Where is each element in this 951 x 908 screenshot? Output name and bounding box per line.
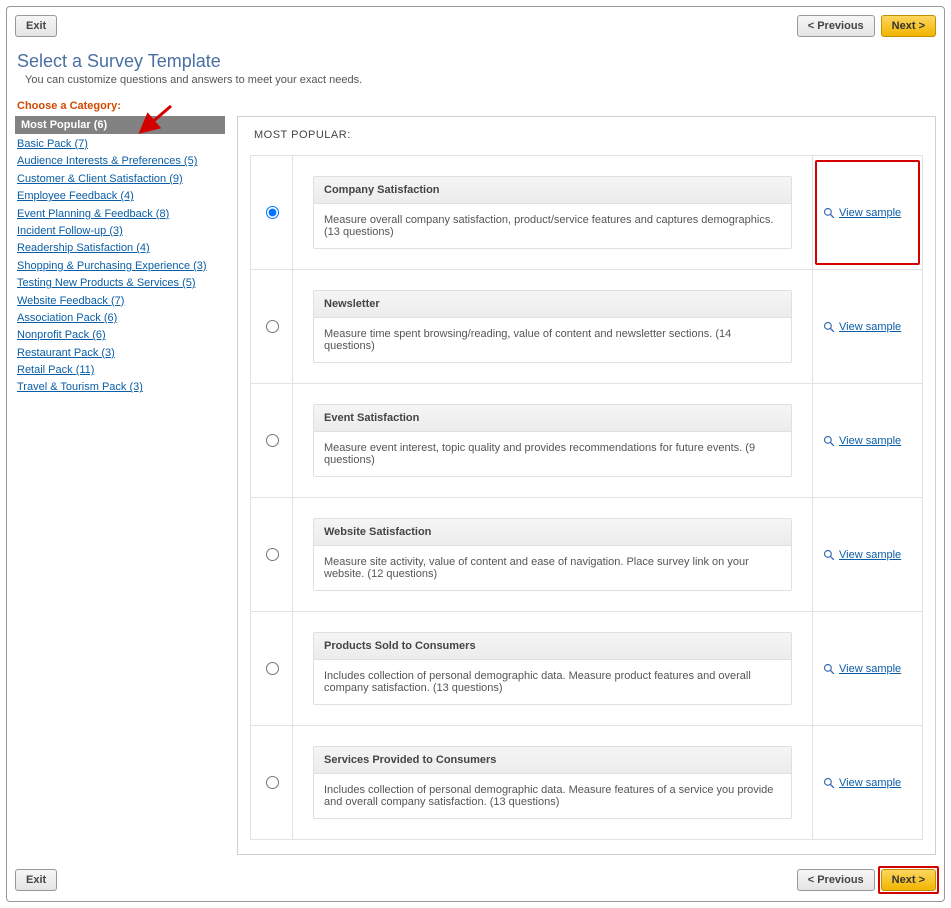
select-template-radio[interactable] bbox=[266, 434, 279, 447]
exit-button[interactable]: Exit bbox=[15, 15, 57, 37]
sidebar-item[interactable]: Association Pack (6) bbox=[17, 312, 117, 324]
template-description: Measure site activity, value of content … bbox=[314, 546, 791, 590]
previous-button[interactable]: < Previous bbox=[797, 15, 875, 37]
sidebar-item[interactable]: Shopping & Purchasing Experience (3) bbox=[17, 260, 207, 272]
sidebar-item[interactable]: Travel & Tourism Pack (3) bbox=[17, 381, 143, 393]
template-description: Measure time spent browsing/reading, val… bbox=[314, 318, 791, 362]
table-row: Event SatisfactionMeasure event interest… bbox=[251, 384, 923, 498]
template-card: Company SatisfactionMeasure overall comp… bbox=[313, 176, 792, 249]
select-template-radio[interactable] bbox=[266, 320, 279, 333]
template-description: Includes collection of personal demograp… bbox=[314, 774, 791, 818]
template-description: Measure event interest, topic quality an… bbox=[314, 432, 791, 476]
exit-button[interactable]: Exit bbox=[15, 869, 57, 891]
magnifier-icon bbox=[823, 321, 835, 333]
next-button[interactable]: Next > bbox=[881, 869, 936, 891]
sidebar-item[interactable]: Restaurant Pack (3) bbox=[17, 347, 115, 359]
sidebar-item[interactable]: Retail Pack (11) bbox=[17, 364, 94, 376]
template-card: Services Provided to ConsumersIncludes c… bbox=[313, 746, 792, 819]
previous-button[interactable]: < Previous bbox=[797, 869, 875, 891]
view-sample-link[interactable]: View sample bbox=[839, 435, 901, 447]
template-description: Measure overall company satisfaction, pr… bbox=[314, 204, 791, 248]
sidebar-item[interactable]: Readership Satisfaction (4) bbox=[17, 242, 150, 254]
sidebar-item[interactable]: Website Feedback (7) bbox=[17, 295, 124, 307]
top-bar: Exit < Previous Next > bbox=[15, 15, 936, 37]
view-sample-link[interactable]: View sample bbox=[839, 663, 901, 675]
select-template-radio[interactable] bbox=[266, 548, 279, 561]
view-sample-link[interactable]: View sample bbox=[839, 777, 901, 789]
sidebar-item[interactable]: Testing New Products & Services (5) bbox=[17, 277, 196, 289]
view-sample-link[interactable]: View sample bbox=[839, 549, 901, 561]
table-row: NewsletterMeasure time spent browsing/re… bbox=[251, 270, 923, 384]
sidebar-item[interactable]: Audience Interests & Preferences (5) bbox=[17, 155, 197, 167]
template-title: Company Satisfaction bbox=[314, 177, 791, 204]
sidebar-item[interactable]: Nonprofit Pack (6) bbox=[17, 329, 106, 341]
table-row: Services Provided to ConsumersIncludes c… bbox=[251, 726, 923, 840]
page-subtitle: You can customize questions and answers … bbox=[25, 74, 936, 86]
template-card: Products Sold to ConsumersIncludes colle… bbox=[313, 632, 792, 705]
magnifier-icon bbox=[823, 663, 835, 675]
select-template-radio[interactable] bbox=[266, 776, 279, 789]
magnifier-icon bbox=[823, 435, 835, 447]
sidebar-item[interactable]: Basic Pack (7) bbox=[17, 138, 88, 150]
sidebar-item[interactable]: Customer & Client Satisfaction (9) bbox=[17, 173, 183, 185]
templates-table: Company SatisfactionMeasure overall comp… bbox=[250, 155, 923, 840]
table-row: Company SatisfactionMeasure overall comp… bbox=[251, 156, 923, 270]
page-title: Select a Survey Template bbox=[17, 51, 936, 72]
template-title: Services Provided to Consumers bbox=[314, 747, 791, 774]
select-template-radio[interactable] bbox=[266, 206, 279, 219]
magnifier-icon bbox=[823, 549, 835, 561]
choose-category-heading: Choose a Category: bbox=[17, 100, 936, 112]
sidebar-selected-item[interactable]: Most Popular (6) bbox=[15, 116, 225, 134]
template-description: Includes collection of personal demograp… bbox=[314, 660, 791, 704]
template-title: Event Satisfaction bbox=[314, 405, 791, 432]
template-card: NewsletterMeasure time spent browsing/re… bbox=[313, 290, 792, 363]
select-template-radio[interactable] bbox=[266, 662, 279, 675]
sidebar-item[interactable]: Incident Follow-up (3) bbox=[17, 225, 123, 237]
template-card: Event SatisfactionMeasure event interest… bbox=[313, 404, 792, 477]
view-sample-link[interactable]: View sample bbox=[839, 207, 901, 219]
table-row: Products Sold to ConsumersIncludes colle… bbox=[251, 612, 923, 726]
sidebar-item[interactable]: Event Planning & Feedback (8) bbox=[17, 208, 169, 220]
template-title: Newsletter bbox=[314, 291, 791, 318]
next-button[interactable]: Next > bbox=[881, 15, 936, 37]
template-title: Products Sold to Consumers bbox=[314, 633, 791, 660]
category-sidebar: Most Popular (6) Basic Pack (7) Audience … bbox=[15, 116, 225, 397]
magnifier-icon bbox=[823, 207, 835, 219]
template-title: Website Satisfaction bbox=[314, 519, 791, 546]
sidebar-item[interactable]: Employee Feedback (4) bbox=[17, 190, 134, 202]
magnifier-icon bbox=[823, 777, 835, 789]
template-panel: MOST POPULAR: Company SatisfactionMeasur… bbox=[237, 116, 936, 855]
view-sample-link[interactable]: View sample bbox=[839, 321, 901, 333]
template-card: Website SatisfactionMeasure site activit… bbox=[313, 518, 792, 591]
bottom-bar: Exit < Previous Next > bbox=[15, 869, 936, 891]
panel-heading: MOST POPULAR: bbox=[254, 129, 923, 141]
wizard-panel: Exit < Previous Next > Select a Survey T… bbox=[6, 6, 945, 902]
table-row: Website SatisfactionMeasure site activit… bbox=[251, 498, 923, 612]
